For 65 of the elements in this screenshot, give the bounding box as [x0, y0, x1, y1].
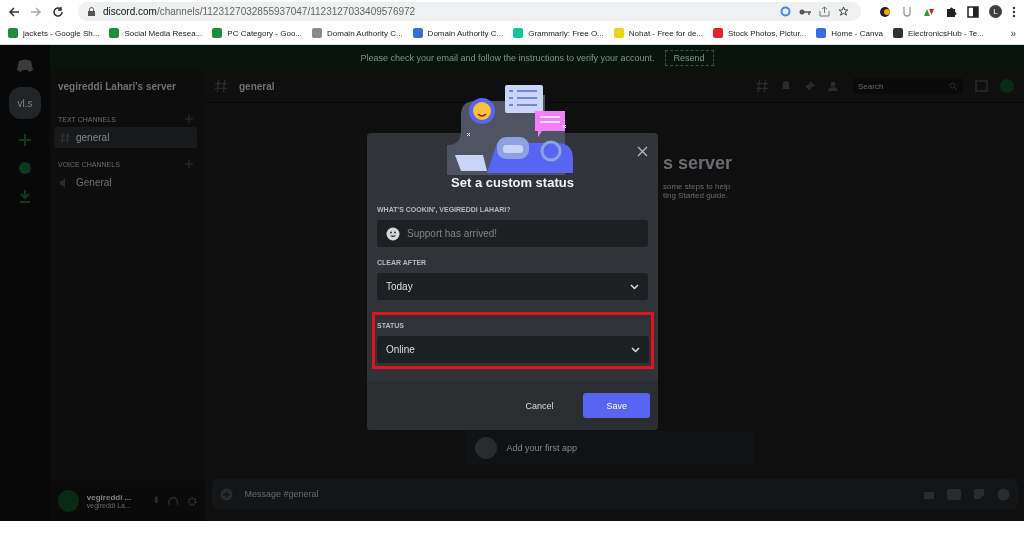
- share-icon[interactable]: [819, 6, 830, 17]
- search-field[interactable]: Search: [853, 78, 963, 94]
- channel-item[interactable]: general: [54, 127, 197, 148]
- bookmark[interactable]: jackets - Google Sh...: [8, 28, 100, 38]
- welcome-text: some steps to help: [663, 182, 731, 191]
- bookmark[interactable]: PC Category - Goo...: [212, 28, 302, 38]
- key-icon[interactable]: [799, 7, 811, 16]
- chevron-down-icon: [631, 346, 640, 353]
- save-button[interactable]: Save: [583, 393, 650, 418]
- bookmark[interactable]: Grammarly: Free O...: [513, 28, 604, 38]
- bookmark[interactable]: ElectronicsHub - Te...: [892, 28, 984, 38]
- app-icon: [474, 437, 497, 459]
- banner-text: Please check your email and follow the instructions to verify your account.: [360, 52, 655, 63]
- forward-icon[interactable]: [30, 5, 42, 18]
- hash-icon: [60, 132, 70, 143]
- pin-icon[interactable]: [804, 80, 816, 92]
- chevron-down-icon: [630, 283, 639, 290]
- cancel-button[interactable]: Cancel: [503, 393, 576, 418]
- welcome-heading: s server: [663, 153, 733, 174]
- channel-item[interactable]: General: [54, 172, 197, 193]
- bookmark[interactable]: Domain Authority C...: [412, 28, 504, 38]
- puzzle-icon[interactable]: [945, 5, 957, 18]
- user-avatar[interactable]: [58, 490, 79, 512]
- add-server-icon[interactable]: [18, 133, 32, 147]
- dialog-title: Set a custom status: [450, 175, 575, 190]
- channel-title: general: [239, 80, 275, 92]
- bookmark[interactable]: Domain Authority C...: [312, 28, 403, 38]
- server-name-header[interactable]: vegireddi Lahari's server: [50, 70, 205, 103]
- members-icon[interactable]: [828, 80, 841, 92]
- bell-icon[interactable]: [780, 80, 792, 92]
- menu-icon[interactable]: [1012, 5, 1016, 18]
- plus-icon[interactable]: [185, 160, 193, 168]
- add-icon[interactable]: [219, 487, 233, 501]
- search-icon: [949, 81, 958, 91]
- bookmark[interactable]: Nohat - Free for de...: [613, 28, 704, 38]
- hash-icon: [215, 80, 227, 92]
- more-bookmarks[interactable]: »: [1010, 27, 1016, 39]
- threads-icon[interactable]: [756, 80, 768, 92]
- resend-button[interactable]: Resend: [664, 49, 714, 66]
- close-icon[interactable]: [637, 146, 648, 157]
- dropdown[interactable]: Online: [377, 336, 649, 363]
- inbox-icon[interactable]: [975, 80, 988, 92]
- user-name: vegireddi ...: [86, 493, 133, 502]
- plus-icon[interactable]: [185, 115, 193, 123]
- headphones-icon[interactable]: [168, 495, 179, 507]
- lock-icon: [88, 7, 95, 16]
- address-bar[interactable]: discord.com/channels/1123127032855937047/1123127033409576972: [78, 2, 861, 21]
- status-input-field[interactable]: Support has arrived!: [377, 220, 648, 247]
- welcome-text: ting Started guide.: [663, 191, 728, 200]
- server-icon[interactable]: vl.s: [9, 87, 41, 119]
- dropdown[interactable]: Today: [377, 273, 648, 300]
- side-panel-icon[interactable]: [967, 5, 979, 18]
- google-icon[interactable]: [780, 6, 791, 17]
- smiley-icon[interactable]: [386, 226, 400, 241]
- back-icon[interactable]: [8, 5, 20, 18]
- reload-icon[interactable]: [52, 5, 64, 18]
- settings-icon[interactable]: [186, 495, 197, 507]
- bookmark[interactable]: Stock Photos, Pictur...: [713, 28, 807, 38]
- extension-icon[interactable]: [879, 5, 891, 18]
- star-icon[interactable]: [838, 6, 849, 17]
- bookmark[interactable]: Home - Canva: [816, 28, 883, 38]
- profile-avatar[interactable]: L: [989, 5, 1002, 18]
- download-icon[interactable]: [18, 189, 32, 203]
- discord-logo-icon[interactable]: [16, 59, 34, 73]
- bookmark[interactable]: Social Media Resea...: [109, 28, 203, 38]
